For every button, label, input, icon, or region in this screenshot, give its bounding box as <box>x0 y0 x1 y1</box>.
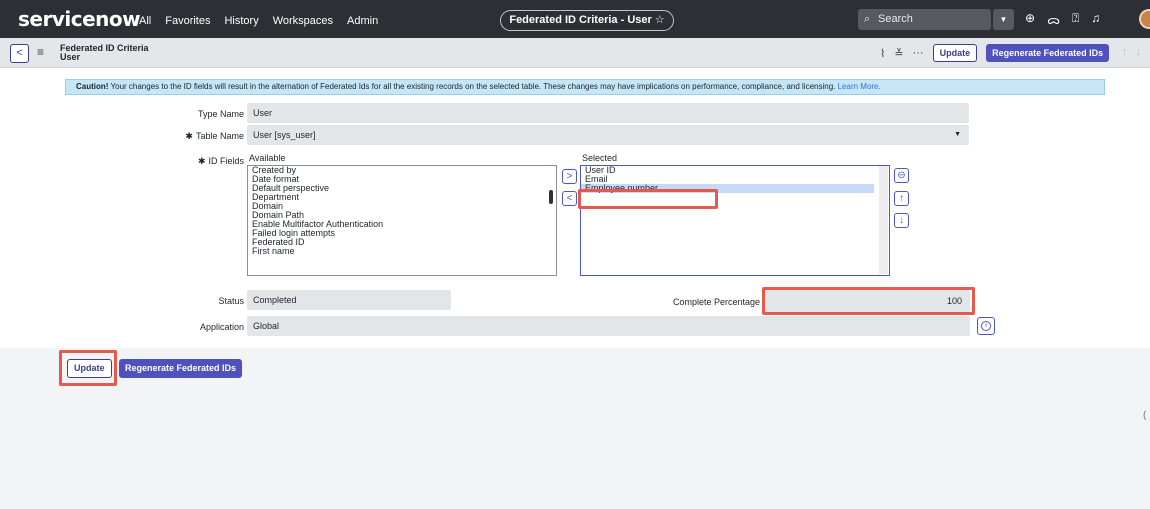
available-scrollbar[interactable] <box>549 190 553 204</box>
required-icon: ✱ <box>185 131 193 141</box>
record-nav-arrows[interactable]: ↑↓ <box>1122 46 1149 58</box>
nav-favorites[interactable]: Favorites <box>165 14 210 28</box>
form-header: < ≡ Federated ID Criteria User ⌇ ≚ ··· U… <box>0 38 1150 68</box>
bell-icon[interactable]: ♫ <box>1091 11 1100 28</box>
list-item[interactable]: First name <box>248 247 556 256</box>
caution-title: Caution! <box>76 82 109 91</box>
table-name-value: User [sys_user] <box>253 130 316 140</box>
caution-text: Your changes to the ID fields will resul… <box>108 82 838 91</box>
available-list[interactable]: Created by Date format Default perspecti… <box>247 165 557 276</box>
highlight-box-employee-number <box>578 189 718 209</box>
header-regenerate-button[interactable]: Regenerate Federated IDs <box>986 44 1110 62</box>
footer-regenerate-button[interactable]: Regenerate Federated IDs <box>119 359 243 378</box>
complete-percentage-label: Complete Percentage <box>672 297 760 307</box>
search-placeholder: Search <box>878 13 913 25</box>
list-item[interactable]: Department <box>248 193 556 202</box>
type-name-label: Type Name <box>197 109 244 119</box>
required-icon: ✱ <box>197 156 206 166</box>
avatar[interactable] <box>1139 9 1150 29</box>
available-label: Available <box>249 153 286 163</box>
nav-icon-group: ⊕ ᯅ ⍰ ♫ <box>1025 11 1100 28</box>
nav-workspaces[interactable]: Workspaces <box>273 14 333 28</box>
partial-icon: ( <box>1143 410 1147 421</box>
servicenow-logo[interactable]: servicenow <box>18 7 141 31</box>
id-fields-label: ✱ ID Fields <box>197 156 244 166</box>
selected-label: Selected <box>582 153 618 163</box>
highlight-box-update <box>59 350 117 386</box>
selected-list[interactable]: User ID Email Employee number <box>580 165 890 276</box>
header-actions: ⌇ ≚ ··· Update Regenerate Federated IDs <box>880 44 1110 62</box>
move-up-icon[interactable]: ↑ <box>894 191 909 206</box>
back-button[interactable]: < <box>10 44 29 63</box>
form-title-sub: User <box>60 52 81 62</box>
table-name-select[interactable]: User [sys_user] ▼ <box>247 125 969 145</box>
application-field: Global <box>247 316 970 336</box>
status-field: Completed <box>247 290 451 310</box>
settings-sliders-icon[interactable]: ≚ <box>894 47 903 60</box>
search-icon: ⌕ <box>864 13 871 25</box>
learn-more-link[interactable]: Learn More. <box>838 82 881 91</box>
chat-icon[interactable]: ᯅ <box>1047 11 1060 28</box>
nav-all[interactable]: All <box>139 14 151 28</box>
highlight-box-complete-percentage <box>762 287 975 315</box>
info-button[interactable]: i <box>977 317 995 335</box>
global-search[interactable]: ⌕ Search <box>858 9 991 30</box>
lock-icon[interactable]: ⊖ <box>894 168 909 183</box>
table-name-label: ✱ Table Name <box>185 131 244 141</box>
help-icon[interactable]: ⍰ <box>1072 11 1079 28</box>
list-item[interactable]: User ID <box>581 166 889 175</box>
nav-menu: All Favorites History Workspaces Admin <box>139 14 378 28</box>
nav-history[interactable]: History <box>224 14 258 28</box>
form-title: Federated ID Criteria User <box>60 44 149 62</box>
more-options-icon[interactable]: ··· <box>913 47 924 59</box>
menu-icon[interactable]: ≡ <box>37 45 44 59</box>
chevron-down-icon: ▼ <box>954 131 961 138</box>
context-title-pill[interactable]: Federated ID Criteria - User ☆ <box>500 10 674 31</box>
top-navigation: servicenow All Favorites History Workspa… <box>0 0 1150 38</box>
caution-banner: Caution! Your changes to the ID fields w… <box>65 79 1105 95</box>
nav-admin[interactable]: Admin <box>347 14 378 28</box>
attachment-icon[interactable]: ⌇ <box>880 47 885 60</box>
add-to-selected-button[interactable]: > <box>562 169 577 184</box>
header-update-button[interactable]: Update <box>932 44 978 62</box>
move-down-icon[interactable]: ↓ <box>894 213 909 228</box>
star-icon[interactable]: ☆ <box>655 14 665 26</box>
selected-scrollbar[interactable] <box>879 166 888 274</box>
context-title: Federated ID Criteria - User <box>509 14 652 26</box>
status-label: Status <box>218 296 244 306</box>
application-label: Application <box>199 322 244 332</box>
globe-icon[interactable]: ⊕ <box>1025 11 1035 28</box>
info-icon: i <box>981 321 991 331</box>
search-scope-dropdown[interactable]: ▼ <box>993 9 1014 30</box>
remove-from-selected-button[interactable]: < <box>562 191 577 206</box>
type-name-field[interactable]: User <box>247 103 969 123</box>
